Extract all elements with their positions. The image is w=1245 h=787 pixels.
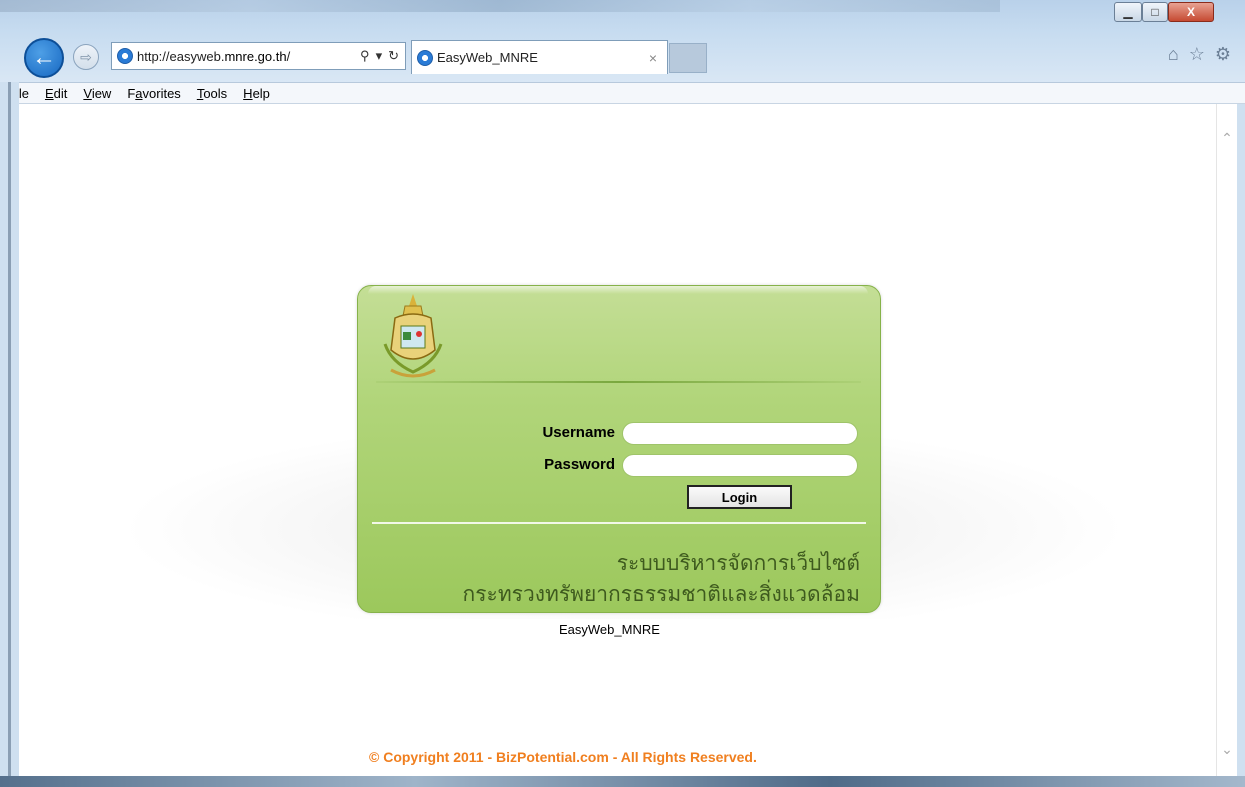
- home-icon[interactable]: ⌂: [1168, 44, 1179, 65]
- separator-bottom: [372, 522, 866, 524]
- dropdown-arrow-icon[interactable]: ▾: [376, 48, 383, 64]
- browser-window: ▁ □ X ← ⇨ http://easyweb.mnre.go.th/ ⚲ ▾…: [0, 0, 1245, 787]
- ministry-emblem-icon: [383, 294, 443, 378]
- menu-view[interactable]: View: [75, 86, 119, 101]
- search-icon[interactable]: ⚲: [360, 48, 370, 64]
- vertical-scrollbar[interactable]: ⌃ ⌄: [1216, 104, 1237, 776]
- menu-bar: File Edit View Favorites Tools Help: [0, 82, 1245, 104]
- forward-button[interactable]: ⇨: [73, 44, 99, 70]
- minimize-button[interactable]: ▁: [1114, 2, 1142, 22]
- scroll-up-icon[interactable]: ⌃: [1220, 130, 1234, 147]
- ie-page-icon: [117, 48, 133, 64]
- back-button[interactable]: ←: [24, 38, 64, 78]
- copyright-text: © Copyright 2011 - BizPotential.com - Al…: [369, 749, 757, 765]
- system-title-thai: ระบบบริหารจัดการเว็บไซต์: [616, 552, 860, 575]
- password-label: Password: [544, 456, 615, 473]
- password-input[interactable]: [622, 454, 858, 477]
- scroll-down-icon[interactable]: ⌄: [1220, 741, 1234, 758]
- arrow-left-icon: ←: [32, 44, 56, 71]
- background-tabs: [0, 0, 1000, 12]
- menu-help[interactable]: Help: [235, 86, 278, 101]
- arrow-right-icon: ⇨: [80, 48, 92, 65]
- username-label: Username: [542, 424, 615, 441]
- tab-ie-icon: [417, 49, 433, 66]
- title-bar: ▁ □ X ← ⇨ http://easyweb.mnre.go.th/ ⚲ ▾…: [0, 0, 1245, 82]
- site-name: EasyWeb_MNRE: [559, 622, 660, 637]
- left-border: [0, 82, 19, 776]
- star-icon[interactable]: ☆: [1189, 44, 1205, 65]
- menu-favorites[interactable]: Favorites: [119, 86, 188, 101]
- new-tab-button[interactable]: [669, 43, 707, 73]
- login-panel: Username Password Login ระบบบริหารจัดการ…: [357, 285, 881, 613]
- page-content: Username Password Login ระบบบริหารจัดการ…: [19, 104, 1216, 776]
- url-prefix: http://easyweb.: [137, 48, 225, 64]
- tab-title: EasyWeb_MNRE: [437, 50, 538, 65]
- separator-top: [376, 381, 861, 383]
- address-url[interactable]: http://easyweb.mnre.go.th/: [137, 49, 290, 64]
- username-input[interactable]: [622, 422, 858, 445]
- maximize-button[interactable]: □: [1142, 2, 1168, 22]
- refresh-icon[interactable]: ↻: [388, 48, 399, 64]
- gear-icon[interactable]: ⚙: [1215, 44, 1231, 65]
- login-button[interactable]: Login: [687, 485, 792, 509]
- ministry-name-thai: กระทรวงทรัพยากรธรรมชาติและสิ่งแวดล้อม: [462, 583, 860, 606]
- url-suffix: /: [286, 48, 291, 64]
- url-domain: mnre.go.th: [224, 48, 287, 64]
- tab-close-icon[interactable]: ×: [649, 50, 657, 66]
- tab-easyweb[interactable]: EasyWeb_MNRE ×: [411, 40, 668, 74]
- menu-edit[interactable]: Edit: [37, 86, 75, 101]
- taskbar-strip: [0, 776, 1245, 787]
- close-button[interactable]: X: [1168, 2, 1214, 22]
- menu-tools[interactable]: Tools: [189, 86, 235, 101]
- address-bar[interactable]: http://easyweb.mnre.go.th/ ⚲ ▾ ↻: [111, 42, 406, 70]
